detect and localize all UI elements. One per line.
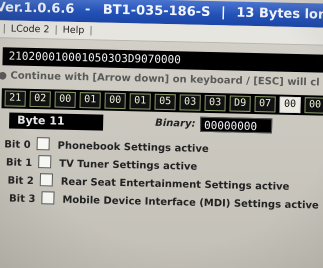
byte-cell-5[interactable]: 01	[129, 93, 151, 110]
instruction-label: Continue with [Arrow down] on keyboard /…	[10, 70, 320, 89]
bit-label: Mobile Device Interface (MDI) Settings a…	[62, 194, 319, 212]
instruction-marker: ●	[0, 70, 8, 82]
byte-cell-9[interactable]: D9	[229, 95, 251, 112]
bit-3-checkbox[interactable]	[41, 191, 55, 205]
coding-hex-field[interactable]: 2102000100010503O3D9070000	[2, 47, 323, 73]
title-version: Ver.1.0.6.6	[0, 0, 75, 17]
bit-label: TV Tuner Settings active	[59, 158, 198, 173]
binary-label: Binary:	[155, 117, 196, 130]
title-byte-length: 13 Bytes long	[236, 5, 323, 23]
bit-name: Bit 0	[4, 139, 31, 151]
byte-cell-10[interactable]: 07	[254, 96, 276, 113]
byte-cell-11-selected[interactable]: 00	[279, 96, 301, 114]
byte-cell-12[interactable]: 00	[304, 97, 323, 114]
byte-selector-bar: 21 02 00 01 00 01 05 03 03 D9 07 00 00	[1, 88, 323, 116]
byte-cell-4[interactable]: 00	[104, 92, 126, 110]
bit-row-2: Bit 2 Rear Seat Entertainment Settings ac…	[0, 172, 290, 193]
bit-row-0: Bit 0 Phonebook Settings active	[0, 136, 209, 155]
byte-cell-6[interactable]: 05	[154, 93, 176, 111]
bit-1-checkbox[interactable]	[38, 155, 52, 169]
title-part-number: BT1-035-186-S	[102, 2, 211, 21]
title-separator: |	[220, 5, 226, 21]
byte-cell-1[interactable]: 02	[29, 90, 51, 108]
menu-separator: |	[89, 25, 93, 37]
menu-item-lcode2[interactable]: LCode 2	[6, 20, 55, 38]
app-window: Ver.1.0.6.6 - BT1-035-186-S | 13 Bytes l…	[0, 0, 323, 268]
title-dash: -	[84, 2, 91, 18]
bit-row-1: Bit 1 TV Tuner Settings active	[0, 154, 197, 173]
bit-0-checkbox[interactable]	[36, 137, 50, 151]
bit-label: Phonebook Settings active	[57, 140, 209, 155]
bit-row-3: Bit 3 Mobile Device Interface (MDI) Setti…	[1, 190, 319, 212]
byte-cell-7[interactable]: 03	[179, 94, 201, 111]
instruction-text: ● Continue with [Arrow down] on keyboard…	[0, 70, 323, 89]
bit-name: Bit 1	[5, 157, 33, 169]
byte-number-label: Byte 11	[8, 112, 104, 131]
byte-cell-3[interactable]: 01	[79, 92, 101, 109]
photo-frame: Ver.1.0.6.6 - BT1-035-186-S | 13 Bytes l…	[0, 0, 323, 268]
bit-name: Bit 2	[7, 175, 34, 188]
menu-item-help[interactable]: Help	[58, 22, 90, 40]
byte-cell-8[interactable]: 03	[204, 94, 226, 112]
byte-cell-2[interactable]: 00	[54, 91, 76, 108]
bit-2-checkbox[interactable]	[39, 173, 53, 187]
binary-value-field[interactable]: 00000000	[199, 116, 273, 134]
bit-name: Bit 3	[8, 193, 36, 206]
byte-cell-0[interactable]: 21	[4, 90, 26, 107]
bit-label: Rear Seat Entertainment Settings active	[60, 176, 290, 193]
